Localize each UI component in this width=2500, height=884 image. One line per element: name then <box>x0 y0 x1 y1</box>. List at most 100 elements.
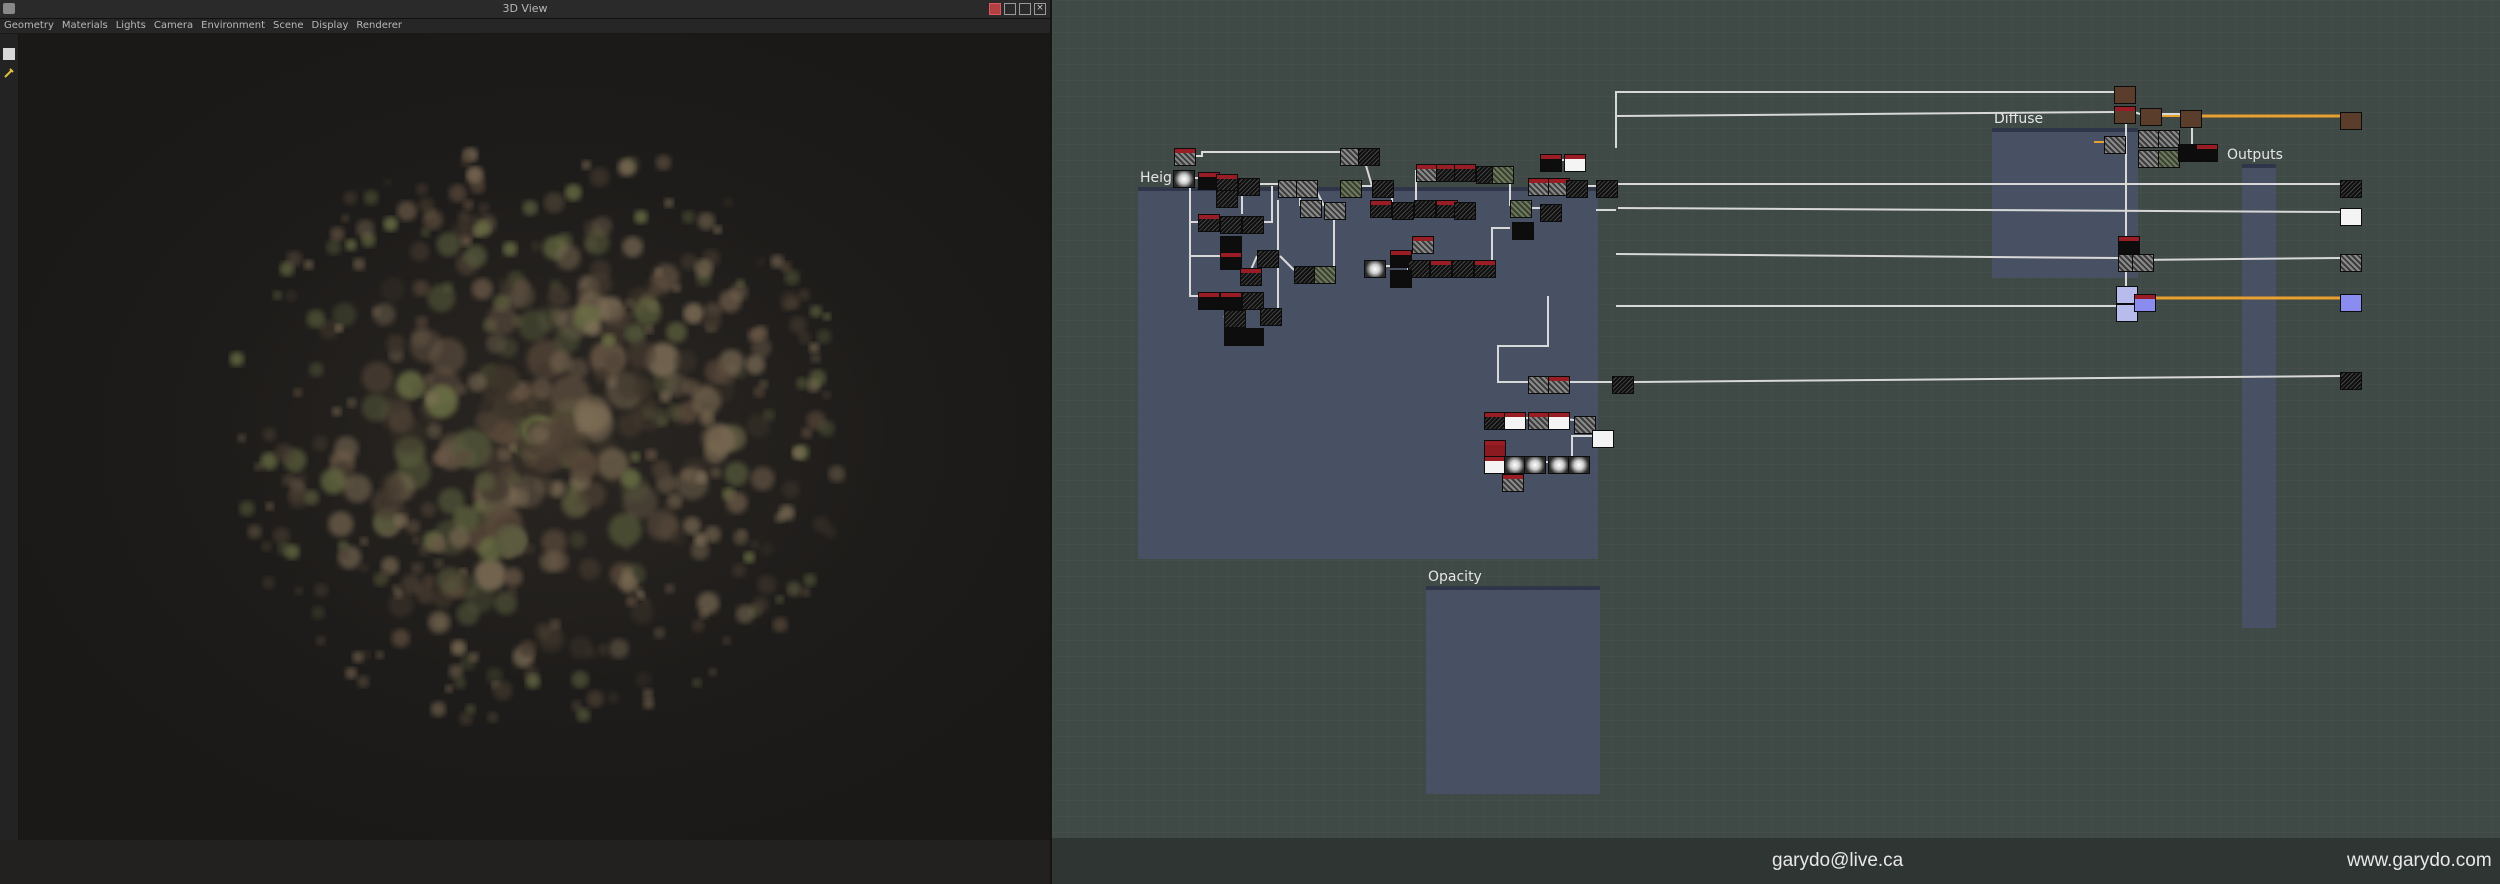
graph-node[interactable] <box>1504 456 1526 474</box>
graph-node[interactable] <box>2340 254 2362 272</box>
graph-node[interactable] <box>1454 202 1476 220</box>
graph-node[interactable] <box>1502 474 1524 492</box>
graph-node[interactable] <box>1548 376 1570 394</box>
graph-node[interactable] <box>2104 136 2126 154</box>
graph-node[interactable] <box>1568 456 1590 474</box>
graph-node[interactable] <box>1454 164 1476 182</box>
graph-node[interactable] <box>2158 130 2180 148</box>
graph-node[interactable] <box>1314 266 1336 284</box>
select-tool-icon[interactable] <box>3 48 15 60</box>
graph-node[interactable] <box>1612 376 1634 394</box>
graph-node[interactable] <box>1324 202 1346 220</box>
graph-node[interactable] <box>1220 216 1242 234</box>
graph-node[interactable] <box>1220 292 1242 310</box>
graph-node[interactable] <box>2158 150 2180 168</box>
node-header <box>1485 413 1505 417</box>
graph-node[interactable] <box>1240 268 1262 286</box>
graph-node[interactable] <box>1548 412 1570 430</box>
graph-node[interactable] <box>1528 178 1550 196</box>
graph-node[interactable] <box>1540 154 1562 172</box>
close-icon[interactable]: × <box>1034 3 1046 15</box>
graph-node[interactable] <box>1512 222 1534 240</box>
graph-node[interactable] <box>1340 180 1362 198</box>
menu-camera[interactable]: Camera <box>150 19 197 33</box>
graph-node[interactable] <box>1257 250 1279 268</box>
graph-node[interactable] <box>1414 200 1436 218</box>
graph-node[interactable] <box>1220 252 1242 270</box>
graph-node[interactable] <box>1216 190 1238 208</box>
graph-node[interactable] <box>2134 294 2156 312</box>
menu-materials[interactable]: Materials <box>58 19 112 33</box>
node-header <box>1549 377 1569 381</box>
graph-node[interactable] <box>1238 178 1260 196</box>
graph-node[interactable] <box>2114 86 2136 104</box>
graph-node[interactable] <box>2196 144 2218 162</box>
menu-display[interactable]: Display <box>308 19 353 33</box>
graph-node[interactable] <box>1592 430 1614 448</box>
menu-lights[interactable]: Lights <box>112 19 150 33</box>
pin-icon[interactable] <box>989 3 1001 15</box>
graph-node[interactable] <box>1492 166 1514 184</box>
menu-geometry[interactable]: Geometry <box>0 19 58 33</box>
menu-environment[interactable]: Environment <box>197 19 269 33</box>
graph-node[interactable] <box>2340 294 2362 312</box>
graph-node[interactable] <box>1474 260 1496 278</box>
graph-node[interactable] <box>1370 200 1392 218</box>
node-header <box>1371 201 1391 205</box>
restore-icon[interactable] <box>1004 3 1016 15</box>
graph-wire <box>2137 257 2341 261</box>
graph-node[interactable] <box>2132 254 2154 272</box>
graph-node[interactable] <box>1390 270 1412 288</box>
graph-node[interactable] <box>1484 456 1506 474</box>
graph-node[interactable] <box>2140 108 2162 126</box>
graph-node[interactable] <box>1528 412 1550 430</box>
graph-node[interactable] <box>2340 112 2362 130</box>
3d-view-title: 3D View <box>502 2 548 15</box>
graph-node[interactable] <box>1416 164 1438 182</box>
3d-view-panel: 3D View × Geometry Materials Lights Came… <box>0 0 1050 884</box>
graph-node[interactable] <box>1548 456 1570 474</box>
maximize-icon[interactable] <box>1019 3 1031 15</box>
graph-node[interactable] <box>1528 376 1550 394</box>
graph-node[interactable] <box>1566 180 1588 198</box>
graph-node[interactable] <box>1540 204 1562 222</box>
graph-node[interactable] <box>1510 200 1532 218</box>
graph-wire <box>1617 207 2341 213</box>
graph-node[interactable] <box>1430 260 1452 278</box>
3d-viewport[interactable] <box>19 34 1050 840</box>
graph-node[interactable] <box>1173 170 1195 188</box>
graph-node[interactable] <box>2340 180 2362 198</box>
graph-node[interactable] <box>1372 180 1394 198</box>
graph-node[interactable] <box>2340 372 2362 390</box>
graph-node[interactable] <box>1504 412 1526 430</box>
graph-node[interactable] <box>1564 154 1586 172</box>
graph-node[interactable] <box>1484 412 1506 430</box>
graph-node[interactable] <box>1412 236 1434 254</box>
graph-node[interactable] <box>1300 200 1322 218</box>
node-graph-panel[interactable]: Height Diffuse Opacity Outputs garydo@li… <box>1050 0 2500 884</box>
graph-node[interactable] <box>1198 292 1220 310</box>
light-tool-icon[interactable] <box>3 64 15 78</box>
graph-node[interactable] <box>2340 208 2362 226</box>
menu-renderer[interactable]: Renderer <box>352 19 406 33</box>
graph-node[interactable] <box>1198 214 1220 232</box>
graph-node[interactable] <box>1174 148 1196 166</box>
graph-node[interactable] <box>1364 260 1386 278</box>
graph-node[interactable] <box>1260 308 1282 326</box>
graph-node[interactable] <box>1596 180 1618 198</box>
graph-node[interactable] <box>1296 180 1318 198</box>
graph-node[interactable] <box>1242 216 1264 234</box>
graph-node[interactable] <box>1392 202 1414 220</box>
graph-node[interactable] <box>1224 310 1246 328</box>
graph-node[interactable] <box>2114 106 2136 124</box>
graph-node[interactable] <box>1358 148 1380 166</box>
menu-scene[interactable]: Scene <box>269 19 308 33</box>
graph-node[interactable] <box>2180 110 2202 128</box>
graph-node[interactable] <box>1294 266 1316 284</box>
graph-node[interactable] <box>2118 236 2140 254</box>
graph-node[interactable] <box>2138 130 2160 148</box>
graph-node[interactable] <box>1224 328 1246 346</box>
graph-node[interactable] <box>1524 456 1546 474</box>
graph-node[interactable] <box>2138 150 2160 168</box>
graph-node[interactable] <box>1452 260 1474 278</box>
